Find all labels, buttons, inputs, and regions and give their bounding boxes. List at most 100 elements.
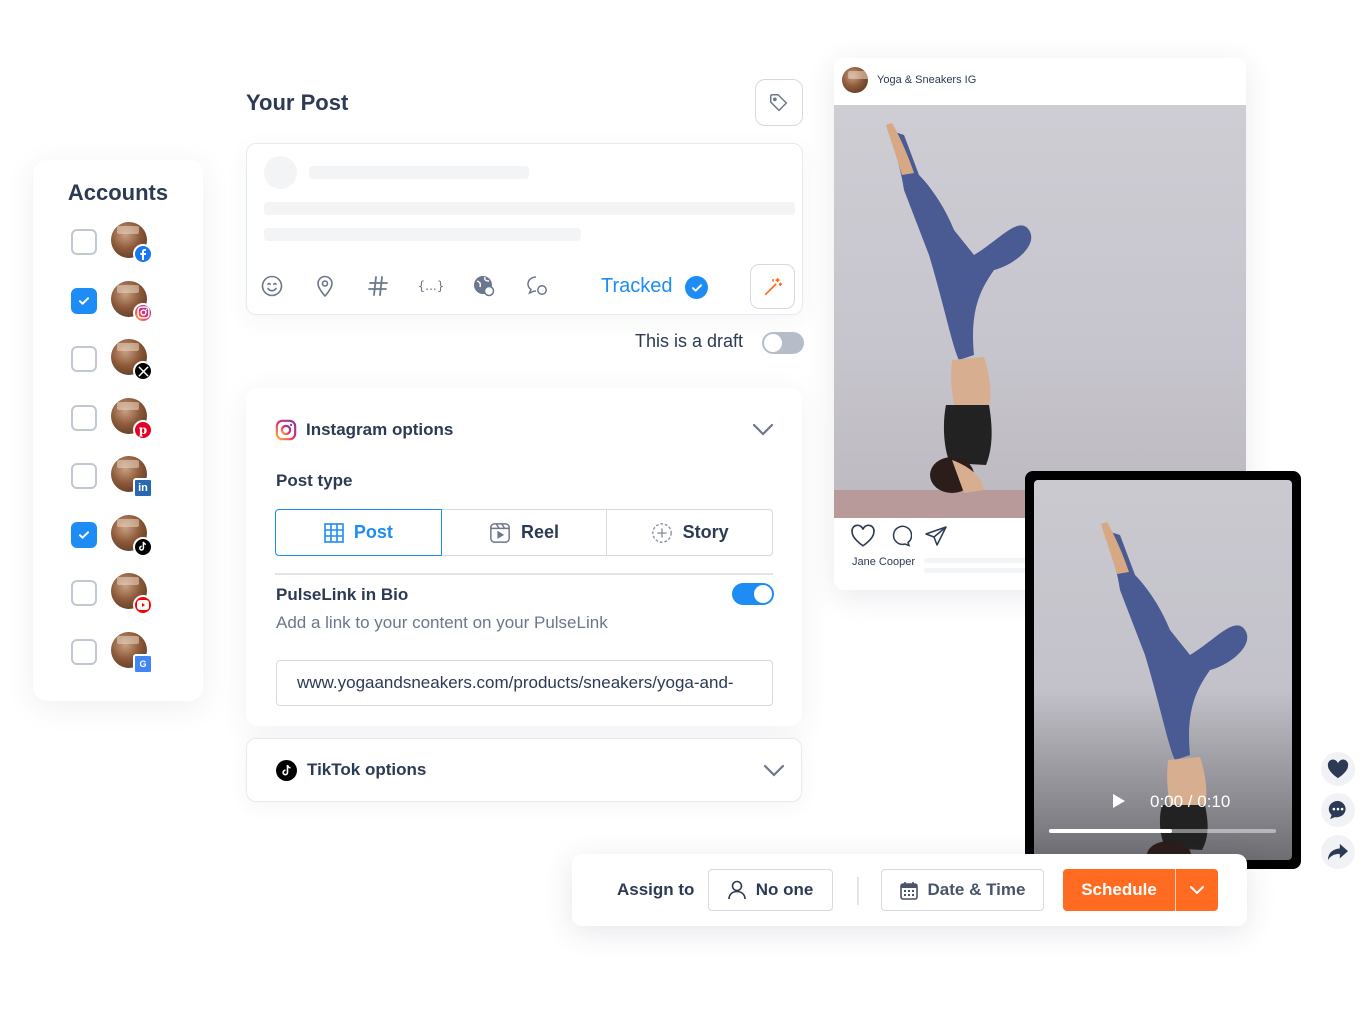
skeleton-line: [309, 166, 529, 179]
draft-toggle[interactable]: [762, 332, 804, 354]
account-row-google-business[interactable]: G: [71, 631, 191, 674]
preview-actions: [850, 524, 948, 548]
account-avatar: G: [111, 631, 153, 674]
tag-button[interactable]: [755, 79, 803, 126]
skeleton-avatar: [264, 156, 297, 189]
variables-icon[interactable]: {...}: [419, 274, 443, 298]
calendar-icon: [899, 881, 918, 900]
divider: [275, 573, 773, 575]
tiktok-options-title: TikTok options: [307, 760, 427, 779]
video-player[interactable]: 0:00 / 0:10: [1034, 480, 1292, 860]
post-type-reel[interactable]: Reel: [441, 509, 608, 556]
instagram-options-title: Instagram options: [306, 420, 454, 439]
hashtag-icon[interactable]: [366, 274, 390, 298]
toggle-knob: [764, 334, 782, 352]
comment-icon[interactable]: [888, 524, 912, 548]
accounts-panel: Accounts p in G: [33, 160, 203, 701]
chevron-down-icon: [1190, 886, 1204, 895]
pulselink-url-input[interactable]: www.yogaandsneakers.com/products/sneaker…: [276, 660, 773, 706]
video-preview-phone: 0:00 / 0:10: [1025, 471, 1301, 869]
user-icon: [727, 880, 746, 900]
share-button[interactable]: [1321, 835, 1355, 869]
account-checkbox[interactable]: [71, 580, 97, 606]
date-time-label: Date & Time: [927, 880, 1026, 899]
skeleton-line: [924, 568, 1034, 573]
like-button[interactable]: [1321, 752, 1355, 786]
preview-commenter: Jane Cooper: [852, 556, 915, 568]
ai-assist-button[interactable]: [750, 264, 795, 309]
account-checkbox[interactable]: [71, 521, 97, 548]
yoga-headstand-image: [834, 123, 1246, 518]
globe-gear-icon[interactable]: [472, 274, 496, 298]
account-row-linkedin[interactable]: in: [71, 456, 191, 498]
tracked-check-icon: [685, 276, 708, 299]
grid-icon: [324, 522, 344, 543]
comment-dots-icon: [1328, 800, 1346, 820]
chevron-down-icon[interactable]: [752, 423, 774, 437]
page-title: Your Post: [246, 90, 349, 115]
preview-avatar: [842, 67, 868, 93]
reel-icon: [490, 522, 510, 543]
pulselink-title: PulseLink in Bio: [276, 585, 409, 604]
google-business-icon: G: [133, 653, 153, 674]
account-checkbox[interactable]: [71, 287, 97, 314]
x-icon: [133, 361, 153, 381]
skeleton-line: [264, 202, 795, 215]
youtube-icon: [133, 595, 153, 615]
account-checkbox[interactable]: [71, 638, 97, 665]
location-icon[interactable]: [313, 274, 337, 298]
pulselink-toggle[interactable]: [732, 583, 774, 605]
magic-wand-icon: [764, 277, 782, 295]
schedule-dropdown-button[interactable]: [1175, 869, 1218, 911]
check-icon: [79, 296, 89, 305]
account-checkbox[interactable]: [71, 346, 97, 372]
account-row-tiktok[interactable]: [71, 514, 191, 557]
date-time-button[interactable]: Date & Time: [881, 869, 1044, 911]
account-avatar: p: [111, 397, 153, 440]
post-type-story[interactable]: Story: [607, 509, 774, 556]
comment-button[interactable]: [1321, 793, 1355, 827]
heart-icon[interactable]: [850, 524, 876, 548]
share-arrow-icon: [1328, 843, 1348, 861]
account-row-facebook[interactable]: [71, 222, 191, 264]
account-checkbox[interactable]: [71, 463, 97, 489]
account-avatar: [111, 280, 153, 323]
video-progress-fill: [1049, 829, 1172, 833]
tiktok-options-card[interactable]: TikTok options: [246, 738, 802, 802]
post-editor[interactable]: {...} Tracked: [246, 143, 803, 315]
comment-gear-icon[interactable]: [525, 274, 549, 298]
account-row-pinterest[interactable]: p: [71, 397, 191, 440]
schedule-split-button: Schedule: [1063, 869, 1218, 911]
account-avatar: [111, 339, 153, 381]
post-type-selector: Post Reel Story: [275, 509, 774, 556]
play-icon[interactable]: [1112, 793, 1126, 809]
video-progress-bar[interactable]: [1049, 829, 1276, 833]
account-checkbox[interactable]: [71, 229, 97, 255]
account-row-youtube[interactable]: [71, 573, 191, 615]
emoji-icon[interactable]: [260, 274, 284, 298]
story-icon: [651, 522, 672, 543]
account-checkbox[interactable]: [71, 404, 97, 431]
post-type-label-text: Post: [353, 522, 393, 542]
account-row-instagram[interactable]: [71, 280, 191, 323]
pulselink-description: Add a link to your content on your Pulse…: [276, 613, 608, 632]
post-type-post[interactable]: Post: [275, 509, 442, 556]
chevron-down-icon[interactable]: [763, 764, 785, 778]
assignee-button[interactable]: No one: [708, 869, 833, 911]
preview-photo: [834, 105, 1246, 518]
post-type-label: Post type: [276, 471, 353, 490]
accounts-title: Accounts: [67, 180, 169, 205]
account-avatar: [111, 222, 153, 264]
divider: [857, 877, 859, 905]
schedule-button[interactable]: Schedule: [1063, 869, 1175, 911]
share-icon[interactable]: [924, 524, 948, 548]
linkedin-icon: in: [133, 478, 153, 498]
instagram-icon: [133, 302, 153, 323]
heart-filled-icon: [1327, 759, 1349, 779]
tag-icon: [770, 93, 788, 111]
instagram-options-card: Instagram options Post type Post Reel St…: [246, 388, 802, 726]
tracked-label: Tracked: [601, 275, 673, 297]
tiktok-icon: [276, 760, 297, 781]
account-row-x[interactable]: [71, 339, 191, 381]
assignee-value: No one: [755, 880, 814, 899]
